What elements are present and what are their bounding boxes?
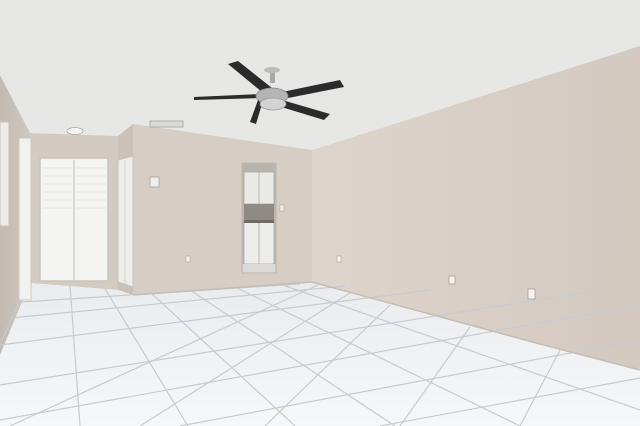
outlet — [336, 255, 342, 263]
bifold-closet-door — [39, 157, 109, 282]
room-illustration — [0, 0, 640, 426]
left-wall-window-edge — [0, 121, 10, 227]
back-wall — [133, 124, 312, 295]
ceiling-vent — [149, 120, 184, 128]
light-switch — [279, 204, 285, 212]
kitchen-doorway — [241, 162, 277, 274]
outlet — [448, 275, 456, 285]
outlet — [185, 255, 191, 263]
smoke-detector — [66, 127, 84, 135]
left-door — [18, 137, 32, 301]
outlet — [527, 288, 536, 300]
empty-room-photo — [0, 0, 640, 426]
side-closet-door — [117, 155, 134, 288]
thermostat — [149, 176, 160, 188]
